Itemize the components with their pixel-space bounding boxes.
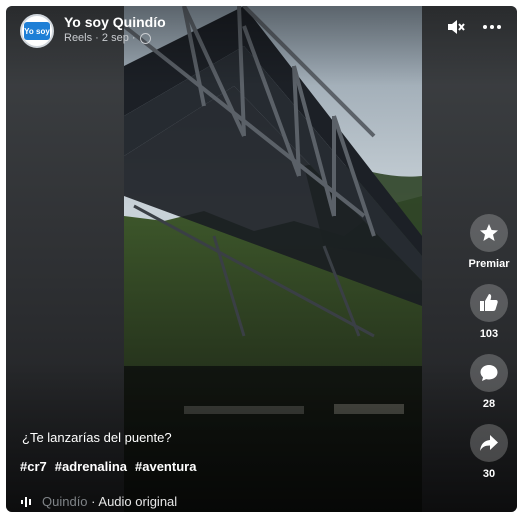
audio-attribution[interactable]: Quindío · Audio original [20, 494, 177, 509]
post-meta: Reels · 2 sep · [64, 32, 151, 44]
reel-caption: ¿Te lanzarías del puente? [22, 430, 172, 445]
reel-frame: Yo soy Yo soy Quindío Reels · 2 sep · Pr… [6, 6, 517, 512]
award-label: Premiar [468, 258, 510, 270]
comment-count: 28 [482, 398, 496, 410]
audio-label: · Audio original [91, 494, 178, 509]
hashtag-link[interactable]: #cr7 [20, 459, 47, 474]
comment-bubble-icon [480, 365, 498, 381]
page-avatar[interactable]: Yo soy [20, 14, 54, 48]
like-button[interactable] [470, 284, 508, 322]
post-meta-text: Reels · 2 sep · [64, 32, 136, 44]
share-button[interactable] [470, 424, 508, 462]
page-name[interactable]: Yo soy Quindío [64, 14, 166, 30]
action-rail: Premiar 103 28 30 [463, 214, 515, 494]
globe-icon [139, 32, 151, 44]
audio-source: Quindío [42, 494, 88, 509]
top-controls [447, 18, 501, 36]
page-logo: Yo soy [24, 22, 50, 40]
award-star-icon [480, 224, 498, 241]
speaker-muted-icon[interactable] [447, 18, 465, 36]
share-arrow-icon [480, 435, 498, 451]
comment-button[interactable] [470, 354, 508, 392]
like-count: 103 [479, 328, 499, 340]
share-count: 30 [482, 468, 496, 480]
thumbs-up-icon [480, 294, 498, 311]
more-dots-icon[interactable] [483, 18, 501, 36]
hashtag-link[interactable]: #adrenalina [55, 459, 127, 474]
reel-header: Yo soy Yo soy Quindío Reels · 2 sep · [16, 10, 516, 50]
audio-wave-icon [21, 496, 31, 507]
hashtag-link[interactable]: #aventura [135, 459, 196, 474]
award-button[interactable] [470, 214, 508, 252]
hashtag-list: #cr7 #adrenalina #aventura [20, 459, 196, 474]
